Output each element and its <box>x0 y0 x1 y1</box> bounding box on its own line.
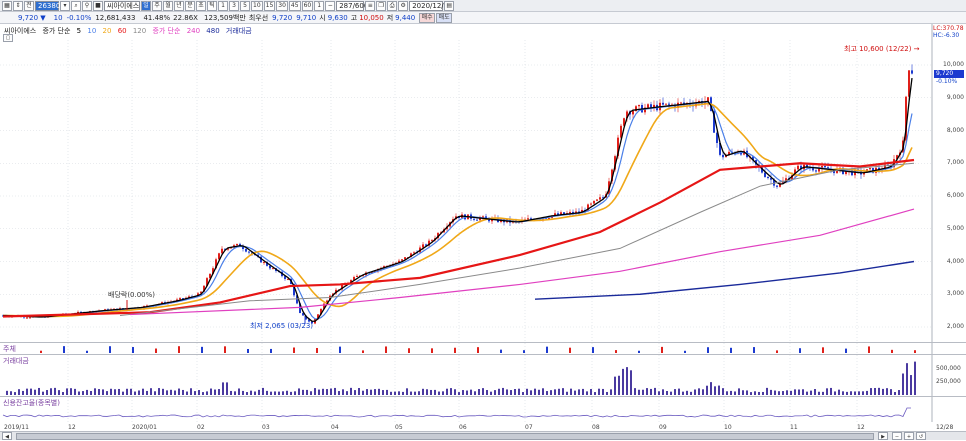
candle-body <box>812 168 814 171</box>
vol-axis-500k: 500,000 <box>936 365 961 372</box>
candle-body <box>764 172 766 177</box>
high-annotation: 최고 10,600 (12/22) → <box>844 45 920 53</box>
candle-body <box>911 70 913 74</box>
event-annotation: 배당락(0.00%) <box>108 291 156 299</box>
x-tick-05: 05 <box>395 424 403 431</box>
candle-body <box>527 218 529 220</box>
candle-body <box>245 248 247 252</box>
candle-body <box>569 211 571 214</box>
candle-body <box>668 103 670 105</box>
candle-body <box>797 165 799 170</box>
candle-body <box>599 197 601 200</box>
panel-credit: 신용잔고율(종목별) <box>0 396 966 422</box>
y-tick: 4,000 <box>946 257 964 265</box>
x-tick-12-28: 12/28 <box>936 424 954 431</box>
x-tick-09: 09 <box>659 424 667 431</box>
vol-axis-250k: 250,000 <box>936 378 961 385</box>
panel-subject-label: 주체 <box>3 345 16 353</box>
candle-body <box>722 154 724 158</box>
candle-body <box>248 251 250 253</box>
candle-body <box>26 317 28 319</box>
candle-body <box>776 185 778 187</box>
x-tick-03: 03 <box>262 424 270 431</box>
candle-body <box>680 102 682 104</box>
candle-body <box>263 262 265 264</box>
candle-body <box>647 104 649 108</box>
chart-scrollbar[interactable]: ◀ ▶ − + ↺ <box>0 431 966 440</box>
scroll-right-icon[interactable]: ▶ <box>878 432 888 440</box>
y-tick: 2,000 <box>946 323 964 330</box>
candle-body <box>356 275 358 277</box>
reset-icon[interactable]: ↺ <box>916 432 926 440</box>
y-tick: 5,000 <box>946 224 964 232</box>
candle-body <box>179 298 181 300</box>
panel-amount: 거래대금 <box>0 354 966 396</box>
y-tick: 10,000 <box>943 61 964 68</box>
x-tick-2020-01: 2020/01 <box>132 424 157 431</box>
x-tick-12b: 12 <box>857 424 865 431</box>
low-annotation: 최저 2,065 (03/23) <box>250 322 314 330</box>
scrollbar-thumb[interactable] <box>16 433 874 440</box>
candle-body <box>818 168 820 172</box>
panel-amount-label: 거래대금 <box>3 357 29 365</box>
y-tick: 3,000 <box>946 290 964 298</box>
ma20-line <box>2 102 913 318</box>
candle-body <box>824 166 826 168</box>
x-tick-10: 10 <box>724 424 732 431</box>
candle-body <box>473 218 475 220</box>
candle-body <box>815 170 817 172</box>
x-tick-07: 07 <box>525 424 533 431</box>
scroll-left-icon[interactable]: ◀ <box>2 432 12 440</box>
x-tick-04: 04 <box>331 424 339 431</box>
y-tick: 9,000 <box>946 93 964 101</box>
candle-body <box>236 243 238 246</box>
x-tick-06: 06 <box>459 424 467 431</box>
y-tick: 7,000 <box>946 159 964 167</box>
current-price-tag: 9,720 <box>934 70 964 78</box>
candle-body <box>665 103 667 105</box>
candle-body <box>476 219 478 221</box>
x-tick-02: 02 <box>197 424 205 431</box>
ma5-line <box>2 77 913 322</box>
candle-body <box>401 259 403 261</box>
zoom-out-icon[interactable]: − <box>892 432 902 440</box>
x-tick-08: 08 <box>592 424 600 431</box>
candle-body <box>632 111 634 115</box>
candle-body <box>422 244 424 248</box>
candle-body <box>593 200 595 204</box>
candle-body <box>869 167 871 170</box>
candle-body <box>662 102 664 105</box>
ma10-line <box>2 101 913 320</box>
y-tick: 6,000 <box>946 192 964 199</box>
candle-body <box>29 317 31 319</box>
candle-body <box>596 199 598 201</box>
panel-subject: 주체 <box>0 342 966 354</box>
x-tick-2019-11: 2019/11 <box>4 424 29 431</box>
panel-credit-label: 신용잔고율(종목별) <box>3 399 60 407</box>
ma240-line <box>129 208 915 316</box>
candle-body <box>590 203 592 205</box>
x-tick-11: 11 <box>790 424 798 431</box>
y-tick: 8,000 <box>946 126 964 134</box>
zoom-in-icon[interactable]: + <box>904 432 914 440</box>
x-tick-12: 12 <box>68 424 76 431</box>
candle-body <box>650 104 652 108</box>
current-pct-tag: -0.10% <box>936 78 958 85</box>
candle-body <box>767 176 769 179</box>
candle-body <box>638 104 640 107</box>
